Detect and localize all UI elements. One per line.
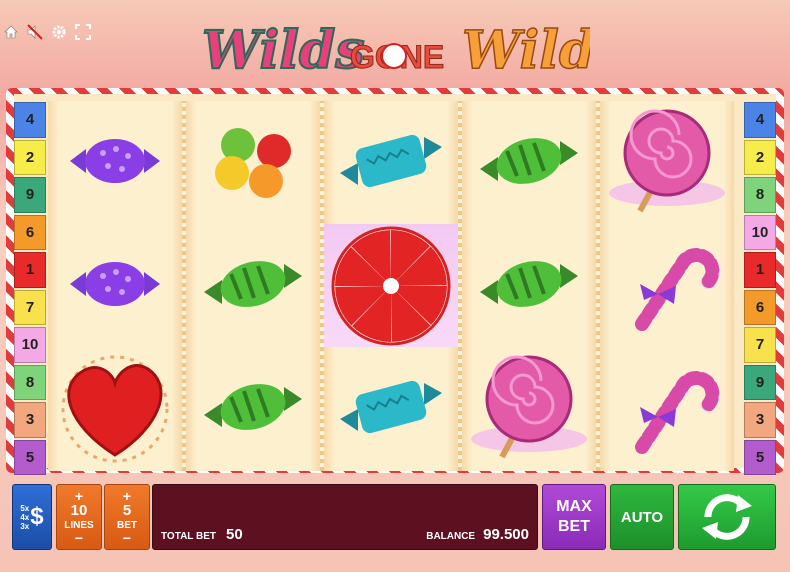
reel-3: [324, 101, 458, 471]
gumballs-icon: [186, 101, 320, 224]
balance-label: BALANCE: [426, 531, 476, 542]
green-candy-icon: [462, 224, 596, 347]
spin-arrows-icon: [702, 494, 752, 540]
right-payline-1[interactable]: 4: [744, 102, 776, 138]
reel-1: [48, 101, 182, 471]
dollar-icon: $: [30, 503, 44, 530]
right-payline-7[interactable]: 7: [744, 327, 776, 363]
total-bet-label: TOTAL BET: [161, 531, 216, 542]
left-payline-4[interactable]: 6: [14, 214, 46, 250]
right-payline-6[interactable]: 6: [744, 289, 776, 325]
green-candy-icon: [462, 101, 596, 224]
green-candy-icon: [186, 347, 320, 470]
reel-5: [600, 101, 734, 471]
lines-stepper: + 10 LINES −: [56, 484, 102, 550]
sound-muted-icon[interactable]: [26, 23, 44, 41]
lines-minus-button[interactable]: −: [75, 531, 83, 545]
left-payline-numbers: 4 2 9 6 1 7 10 8 3 5: [14, 102, 46, 475]
total-bet-value: 50: [226, 526, 243, 543]
candy-cane-icon: [600, 224, 734, 347]
spin-button[interactable]: [678, 484, 776, 550]
info-display: TOTAL BET 50 BALANCE 99.500: [152, 484, 538, 550]
lines-value: 10: [70, 502, 88, 519]
left-payline-8[interactable]: 8: [14, 364, 46, 400]
paytable-button[interactable]: 5x 4x 3x $: [12, 484, 52, 550]
logo-word-wild: Wild: [462, 20, 590, 81]
max-bet-label-2: BET: [558, 518, 590, 535]
pink-lollipop-icon: [600, 101, 734, 224]
pink-lollipop-icon: [462, 347, 596, 470]
left-payline-10[interactable]: 5: [14, 439, 46, 475]
paytable-3x: 3x: [20, 521, 30, 531]
max-bet-button[interactable]: MAX BET: [542, 484, 606, 550]
purple-candy-icon: [48, 224, 182, 347]
bet-value: 5: [122, 502, 132, 519]
auto-button[interactable]: AUTO: [610, 484, 674, 550]
left-payline-3[interactable]: 9: [14, 177, 46, 213]
max-bet-label-1: MAX: [556, 498, 592, 515]
purple-candy-icon: [48, 101, 182, 224]
top-toolbar: [0, 18, 92, 46]
bet-plus-button[interactable]: +: [123, 489, 131, 503]
right-payline-3[interactable]: 8: [744, 177, 776, 213]
left-payline-7[interactable]: 10: [14, 327, 46, 363]
left-payline-2[interactable]: 2: [14, 139, 46, 175]
bet-minus-button[interactable]: −: [123, 531, 131, 545]
left-payline-6[interactable]: 7: [14, 289, 46, 325]
green-candy-icon: [186, 224, 320, 347]
logo-peppermint-icon: [381, 43, 407, 69]
left-payline-5[interactable]: 1: [14, 252, 46, 288]
bet-stepper: + 5 BET −: [104, 484, 150, 550]
reel-area: 4 2 9 6 1 7 10 8 3 5 4 2 8 10 1 6 7 9 3 5: [14, 94, 776, 475]
gear-icon[interactable]: [50, 23, 68, 41]
balance-value: 99.500: [483, 526, 529, 543]
reel-4: [462, 101, 596, 471]
red-heart-candy-icon: [48, 347, 182, 470]
paytable-5x: 5x: [20, 503, 30, 513]
reel-frame: 4 2 9 6 1 7 10 8 3 5 4 2 8 10 1 6 7 9 3 5: [6, 88, 784, 475]
right-payline-9[interactable]: 3: [744, 402, 776, 438]
auto-label: AUTO: [620, 508, 664, 526]
left-payline-1[interactable]: 4: [14, 102, 46, 138]
paytable-4x: 4x: [20, 512, 30, 522]
right-payline-5[interactable]: 1: [744, 252, 776, 288]
left-payline-9[interactable]: 3: [14, 402, 46, 438]
control-panel: 5x 4x 3x $ + 10 LINES − + 5 BET − TOTAL …: [10, 480, 780, 552]
home-icon[interactable]: [2, 23, 20, 41]
right-payline-10[interactable]: 5: [744, 439, 776, 475]
logo-word-wilds: Wilds: [202, 20, 365, 81]
fullscreen-icon[interactable]: [74, 23, 92, 41]
right-payline-4[interactable]: 10: [744, 214, 776, 250]
teal-candy-icon: [324, 347, 458, 470]
game-logo: Wilds GONE Wild: [200, 8, 596, 83]
candy-cane-icon: [600, 347, 734, 470]
lines-plus-button[interactable]: +: [75, 489, 83, 503]
right-payline-numbers: 4 2 8 10 1 6 7 9 3 5: [744, 102, 776, 475]
reel-2: [186, 101, 320, 471]
right-payline-8[interactable]: 9: [744, 364, 776, 400]
right-payline-2[interactable]: 2: [744, 139, 776, 175]
teal-candy-icon: [324, 101, 458, 224]
peppermint-wild-icon: [324, 224, 458, 347]
